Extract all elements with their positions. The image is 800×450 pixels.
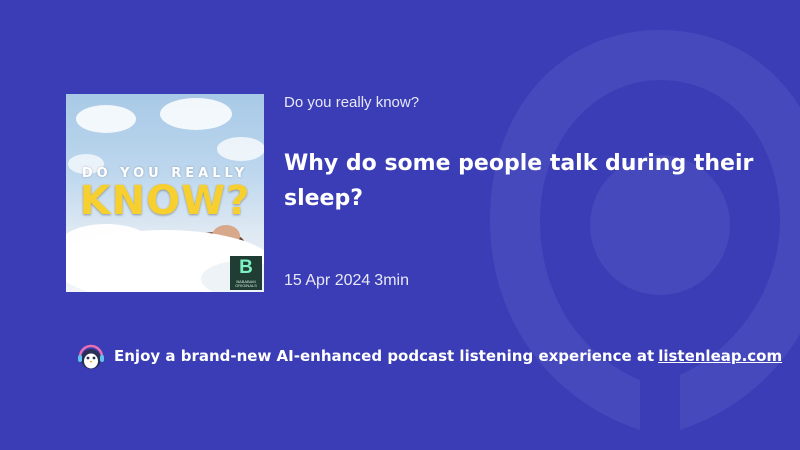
episode-meta: 15 Apr 2024 3min	[284, 272, 409, 290]
background-logo-icon	[490, 30, 800, 430]
episode-date: 15 Apr 2024	[284, 272, 371, 289]
publisher-badge-text: BABABAM ORIGINALS	[235, 279, 257, 288]
promo-banner: Enjoy a brand-new AI-enhanced podcast li…	[76, 340, 782, 372]
publisher-badge-letter: B	[239, 257, 253, 278]
penguin-headphones-icon	[78, 344, 104, 369]
show-name[interactable]: Do you really know?	[284, 94, 419, 111]
podcast-cover-art[interactable]: DO YOU REALLY KNOW? B BABABAM ORIGINALS	[66, 94, 264, 292]
cover-title-large: KNOW?	[79, 178, 251, 224]
promo-text: Enjoy a brand-new AI-enhanced podcast li…	[114, 347, 655, 365]
listenleap-link[interactable]: listenleap.com	[658, 347, 782, 365]
publisher-badge: B BABABAM ORIGINALS	[230, 256, 262, 290]
episode-duration: 3min	[374, 272, 409, 289]
episode-title: Why do some people talk during their sle…	[284, 151, 754, 211]
